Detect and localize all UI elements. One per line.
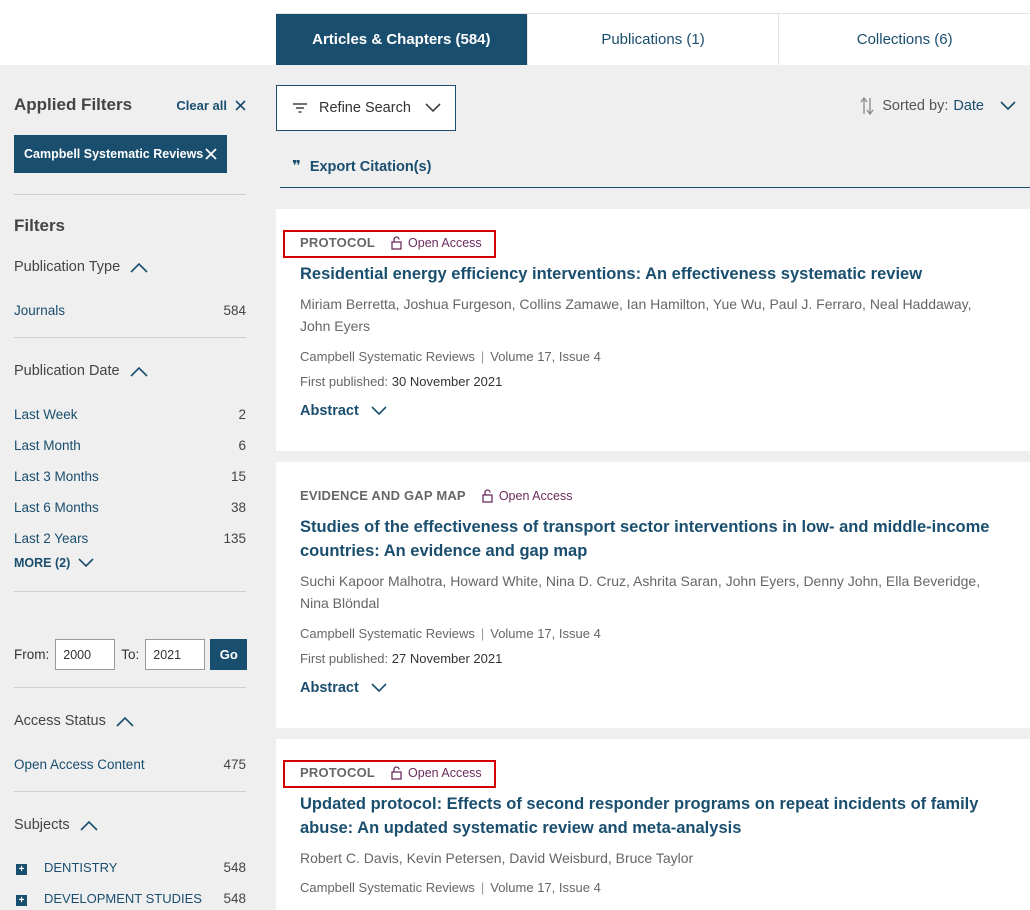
export-citations-button[interactable]: ❞ Export Citation(s) — [292, 159, 431, 175]
result-authors: Miriam Berretta, Joshua Furgeson, Collin… — [300, 296, 972, 334]
sort-icon — [860, 97, 874, 115]
chevron-up-icon — [116, 716, 134, 727]
filters-title: Filters — [14, 216, 66, 235]
unlock-icon — [391, 765, 402, 780]
applied-filters-title: Applied Filters — [14, 95, 133, 114]
abstract-toggle[interactable]: Abstract — [300, 680, 387, 696]
result-title-link[interactable]: Studies of the effectiveness of transpor… — [300, 515, 1000, 563]
chevron-down-icon — [78, 558, 94, 568]
result-card: PROTOCOL Open Access Residential energy … — [276, 209, 1030, 451]
divider — [14, 337, 246, 338]
filter-last-3-months[interactable]: Last 3 Months 15 — [14, 469, 246, 484]
filter-last-2-years[interactable]: Last 2 Years 135 — [14, 531, 246, 546]
chevron-down-icon — [425, 103, 441, 113]
remove-filter-icon[interactable] — [205, 148, 217, 160]
to-year-input[interactable] — [145, 639, 206, 670]
result-published: First published: 27 November 2021 — [300, 651, 503, 666]
divider — [14, 687, 246, 688]
result-journal: Campbell Systematic Reviews | Volume 17, I… — [300, 626, 601, 641]
filter-last-6-months[interactable]: Last 6 Months 38 — [14, 500, 246, 515]
publication-date-toggle[interactable]: Publication Date — [14, 363, 148, 379]
result-authors: Suchi Kapoor Malhotra, Howard White, Nin… — [300, 573, 981, 611]
clear-all-button[interactable]: Clear all — [176, 98, 246, 113]
divider — [14, 591, 246, 592]
article-type: PROTOCOL — [300, 765, 376, 780]
publication-type-toggle[interactable]: Publication Type — [14, 259, 148, 275]
filter-subject-development-studies[interactable]: + DEVELOPMENT STUDIES 548 — [14, 891, 246, 906]
chevron-down-icon — [371, 683, 387, 693]
tab-collections[interactable]: Collections (6) — [778, 14, 1030, 65]
result-journal: Campbell Systematic Reviews | Volume 17, I… — [300, 880, 601, 895]
expand-plus-icon[interactable]: + — [16, 895, 27, 906]
tab-articles-chapters[interactable]: Articles & Chapters (584) — [276, 14, 527, 74]
quote-icon: ❞ — [292, 158, 301, 175]
result-meta: PROTOCOL Open Access — [300, 765, 482, 780]
result-published: First published: 30 November 2021 — [300, 374, 503, 389]
result-meta: EVIDENCE AND GAP MAP Open Access — [300, 488, 572, 503]
article-type: EVIDENCE AND GAP MAP — [300, 488, 466, 503]
applied-filters-header: Applied Filters Clear all — [14, 95, 246, 115]
top-band: Articles & Chapters (584) Publications (… — [0, 0, 1030, 74]
unlock-icon — [391, 235, 402, 250]
from-year-input[interactable] — [55, 639, 116, 670]
access-status-toggle[interactable]: Access Status — [14, 713, 134, 729]
filter-last-week[interactable]: Last Week 2 — [14, 407, 246, 422]
close-icon — [235, 99, 246, 111]
filter-last-month[interactable]: Last Month 6 — [14, 438, 246, 453]
divider — [14, 791, 246, 792]
result-meta: PROTOCOL Open Access — [300, 235, 482, 250]
abstract-toggle[interactable]: Abstract — [300, 403, 387, 419]
subjects-toggle[interactable]: Subjects — [14, 817, 98, 833]
result-card: PROTOCOL Open Access Updated protocol: E… — [276, 739, 1030, 910]
result-card: EVIDENCE AND GAP MAP Open Access Studies… — [276, 462, 1030, 728]
filter-icon — [293, 103, 307, 113]
chevron-up-icon — [80, 820, 98, 831]
date-range: From: To: Go — [14, 639, 248, 670]
divider — [280, 187, 1030, 188]
chevron-down-icon — [1000, 101, 1016, 111]
results-tabs: Articles & Chapters (584) Publications (… — [276, 13, 1030, 74]
unlock-icon — [482, 488, 493, 503]
filter-subject-dentistry[interactable]: + DENTISTRY 548 — [14, 860, 246, 875]
article-type: PROTOCOL — [300, 235, 376, 250]
result-title-link[interactable]: Updated protocol: Effects of second resp… — [300, 792, 1000, 840]
results-main: Refine Search Sorted by: Date ❞ Export C… — [276, 65, 1030, 910]
result-journal: Campbell Systematic Reviews | Volume 17, I… — [300, 349, 601, 364]
filter-open-access[interactable]: Open Access Content 475 — [14, 757, 246, 772]
result-title-link[interactable]: Residential energy efficiency interventi… — [300, 262, 1000, 286]
open-access-badge: Open Access — [391, 236, 482, 250]
filter-journals[interactable]: Journals 584 — [14, 303, 246, 318]
refine-search-button[interactable]: Refine Search — [276, 85, 456, 131]
chevron-down-icon — [371, 406, 387, 416]
chevron-up-icon — [130, 366, 148, 377]
sort-dropdown[interactable]: Sorted by: Date — [860, 97, 1016, 115]
divider — [14, 194, 246, 195]
chevron-up-icon — [130, 262, 148, 273]
filters-sidebar: Applied Filters Clear all Campbell Syste… — [0, 65, 276, 910]
more-dates-button[interactable]: MORE (2) — [14, 556, 94, 570]
expand-plus-icon[interactable]: + — [16, 864, 27, 875]
tab-publications[interactable]: Publications (1) — [526, 14, 779, 65]
open-access-badge: Open Access — [482, 488, 572, 503]
result-authors: Robert C. Davis, Kevin Petersen, David W… — [300, 850, 694, 866]
open-access-badge: Open Access — [391, 766, 482, 780]
applied-filter-chip[interactable]: Campbell Systematic Reviews — [14, 135, 227, 173]
go-button[interactable]: Go — [210, 639, 248, 670]
